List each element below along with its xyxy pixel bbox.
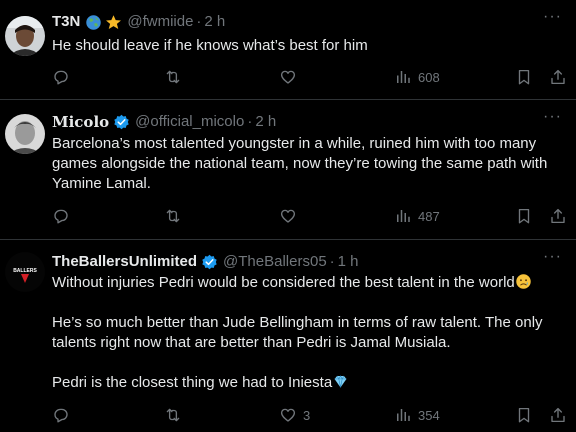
bookmark-button[interactable] <box>515 68 533 86</box>
tweet-header: T3N @fwmiide · 2 h <box>52 13 225 31</box>
handle[interactable]: @TheBallers05 <box>223 253 327 271</box>
retweet-button[interactable] <box>164 68 188 86</box>
tweet-1[interactable]: T3N @fwmiide · 2 h ··· He should leave i… <box>0 0 576 100</box>
tweet-text-line: talents right now that are better than P… <box>52 334 451 351</box>
retweet-icon <box>166 408 180 422</box>
action-bar: 3 354 <box>52 406 567 426</box>
bookmark-button[interactable] <box>515 207 533 225</box>
display-name[interactable]: T3N <box>52 13 80 31</box>
tweet-text-line: Barcelona’s most talented youngster in a… <box>52 135 537 152</box>
action-bar: 487 <box>52 207 567 227</box>
tweet-text: He should leave if he knows what’s best … <box>52 36 566 56</box>
tweet-header: Micolo @official_micolo · 2 h <box>52 113 276 131</box>
action-bar: 608 <box>52 68 567 88</box>
view-count: 608 <box>418 69 440 85</box>
separator-dot: · <box>196 13 202 30</box>
tweet-text: Without injuries Pedri would be consider… <box>52 273 566 393</box>
reply-icon <box>54 408 68 423</box>
verified-badge-icon <box>114 114 129 129</box>
tweet-text-segment: Pedri is the closest thing we had to Ini… <box>52 374 333 391</box>
tweet-text-line: He’s so much better than Jude Bellingham… <box>52 314 543 331</box>
like-count: 3 <box>303 407 311 423</box>
tweet-text-line: Without injuries Pedri would be consider… <box>52 273 566 293</box>
retweet-button[interactable] <box>164 207 188 225</box>
tweet-2[interactable]: Micolo @official_micolo · 2 h ··· Barcel… <box>0 100 576 240</box>
retweet-icon <box>166 70 180 84</box>
reply-button[interactable] <box>52 406 76 424</box>
views-button[interactable]: 487 <box>394 207 440 225</box>
avatar[interactable]: BALLERS <box>5 252 45 292</box>
tweet-text-line: games alongside the national team, now t… <box>52 155 548 172</box>
crying-face-emoji-icon <box>516 274 531 289</box>
handle[interactable]: @fwmiide <box>127 13 193 31</box>
separator-dot: · <box>329 253 335 270</box>
globe-emoji-icon <box>86 14 102 30</box>
display-name[interactable]: TheBallersUnlimited <box>52 253 197 271</box>
heart-icon <box>280 209 296 223</box>
avatar[interactable] <box>5 16 45 56</box>
share-icon <box>551 69 565 85</box>
tweet-text-line: Pedri is the closest thing we had to Ini… <box>52 373 566 393</box>
share-button[interactable] <box>549 406 567 424</box>
views-chart-icon <box>397 210 410 222</box>
reply-icon <box>54 70 68 85</box>
like-button[interactable] <box>279 68 303 86</box>
more-options-icon[interactable]: ··· <box>543 248 562 266</box>
view-count: 487 <box>418 208 440 224</box>
timestamp[interactable]: 2 h <box>204 13 225 31</box>
separator-dot: · <box>247 113 253 130</box>
share-icon <box>551 407 565 423</box>
timestamp[interactable]: 1 h <box>338 253 359 271</box>
heart-icon <box>280 70 296 84</box>
reply-button[interactable] <box>52 207 76 225</box>
more-options-icon[interactable]: ··· <box>543 8 562 26</box>
avatar-logo-text: BALLERS <box>13 268 37 274</box>
avatar[interactable] <box>5 114 45 154</box>
share-icon <box>551 208 565 224</box>
bookmark-icon <box>518 69 530 85</box>
reply-button[interactable] <box>52 68 76 86</box>
tweet-text-line: Yamine Lamal. <box>52 175 151 192</box>
tweet-header: TheBallersUnlimited @TheBallers05 · 1 h <box>52 253 359 271</box>
retweet-icon <box>166 209 180 223</box>
share-button[interactable] <box>549 68 567 86</box>
verified-badge-icon <box>202 254 217 269</box>
bookmark-button[interactable] <box>515 406 533 424</box>
handle[interactable]: @official_micolo <box>135 113 244 131</box>
tweet-text: Barcelona’s most talented youngster in a… <box>52 134 566 194</box>
views-chart-icon <box>397 71 410 83</box>
views-chart-icon <box>397 409 410 421</box>
tweet-text-line: He should leave if he knows what’s best … <box>52 37 368 54</box>
like-button[interactable] <box>279 207 303 225</box>
heart-icon <box>280 408 296 422</box>
like-button[interactable]: 3 <box>279 406 310 424</box>
view-count: 354 <box>418 407 440 423</box>
views-button[interactable]: 354 <box>394 406 440 424</box>
tweet-3[interactable]: BALLERS TheBallersUnlimited @TheBallers0… <box>0 240 576 432</box>
tweet-text-segment: Without injuries Pedri would be consider… <box>52 274 515 291</box>
display-name[interactable]: Micolo <box>52 113 109 131</box>
retweet-button[interactable] <box>164 406 188 424</box>
more-options-icon[interactable]: ··· <box>543 108 562 126</box>
reply-icon <box>54 209 68 224</box>
views-button[interactable]: 608 <box>394 68 440 86</box>
bookmark-icon <box>518 407 530 423</box>
bookmark-icon <box>518 208 530 224</box>
share-button[interactable] <box>549 207 567 225</box>
star-emoji-icon <box>106 14 122 29</box>
gem-emoji-icon <box>334 375 347 388</box>
timestamp[interactable]: 2 h <box>255 113 276 131</box>
